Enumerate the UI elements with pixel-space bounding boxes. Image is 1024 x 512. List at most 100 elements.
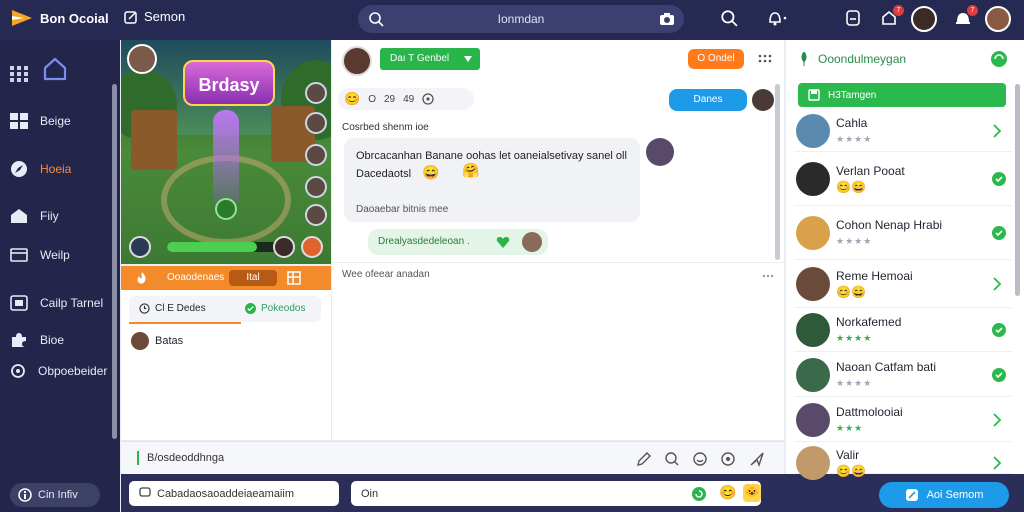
brand[interactable]: Bon Ocoial bbox=[12, 10, 109, 26]
player-avatar[interactable] bbox=[305, 204, 327, 226]
sidebar-item-cailp-tarnel[interactable]: Cailp Tarnel bbox=[10, 295, 103, 311]
sidebar-bottom-label: Cin Infiv bbox=[38, 489, 78, 501]
top-bar: Bon Ocoial Semon Ionmdan 7 7 bbox=[0, 0, 1024, 40]
more-icon[interactable] bbox=[762, 274, 774, 278]
player-avatar[interactable] bbox=[305, 144, 327, 166]
player-avatar[interactable] bbox=[305, 82, 327, 104]
sidebar-item-hoeia[interactable]: Hoeia bbox=[10, 160, 71, 178]
search-icon[interactable] bbox=[720, 9, 738, 27]
chat-scrollbar[interactable] bbox=[775, 84, 780, 260]
stream-toolbar: Ooaodenaes Ital bbox=[121, 266, 331, 290]
send-icon[interactable] bbox=[749, 451, 765, 467]
start-stream-button[interactable]: Aoi Semom bbox=[879, 482, 1009, 508]
person-name: Cohon Nenap Hrabi bbox=[836, 218, 943, 232]
sidebar-item-obpoebeider[interactable]: Obpoebeider bbox=[10, 363, 107, 379]
settings-icon bbox=[11, 364, 25, 378]
chevron-right-icon[interactable] bbox=[992, 124, 1002, 138]
bottom-input-1[interactable]: Cabadaosaoaddeiaeamaiim bbox=[129, 481, 339, 506]
avatar[interactable] bbox=[911, 6, 937, 32]
people-list-item[interactable]: Cahla ★★★★ bbox=[794, 110, 1012, 152]
player-avatar[interactable] bbox=[305, 112, 327, 134]
check-circle-icon[interactable] bbox=[992, 368, 1006, 382]
bell-dropdown-icon[interactable] bbox=[766, 9, 788, 27]
sidebar-scrollbar[interactable] bbox=[112, 84, 117, 439]
sent-message-bubble[interactable]: Drealyasdedeleoan . bbox=[368, 229, 548, 255]
chevron-right-icon[interactable] bbox=[992, 277, 1002, 291]
channel-avatar[interactable] bbox=[342, 46, 372, 76]
people-list-item[interactable]: Naoan Catfam bati ★★★★ bbox=[794, 352, 1012, 397]
chevron-right-icon[interactable] bbox=[992, 456, 1002, 470]
search-bar[interactable]: Ionmdan bbox=[358, 5, 684, 33]
check-circle-icon[interactable] bbox=[992, 172, 1006, 186]
avatar bbox=[796, 358, 830, 392]
emoji-icon[interactable]: 😊 bbox=[719, 484, 736, 501]
player-avatar[interactable] bbox=[305, 176, 327, 198]
shield-icon[interactable] bbox=[844, 9, 862, 27]
sticker-icon[interactable]: 😺 bbox=[743, 484, 761, 502]
ability-icon[interactable] bbox=[129, 236, 151, 258]
emoji-icon[interactable]: 😊 bbox=[344, 91, 360, 107]
check-circle-icon[interactable] bbox=[992, 226, 1006, 240]
people-list-item[interactable]: Dattmolooiai ★★★ bbox=[794, 397, 1012, 442]
apps-grid-icon[interactable] bbox=[10, 66, 28, 82]
sidebar-item-beige[interactable]: Beige bbox=[10, 113, 71, 129]
divider bbox=[332, 262, 784, 263]
emoji-icon: 😊😄 bbox=[836, 180, 866, 194]
viewer-entry[interactable]: Batas bbox=[131, 332, 183, 350]
recycle-icon[interactable] bbox=[990, 50, 1008, 68]
search-placeholder: Ionmdan bbox=[497, 12, 545, 26]
check-circle-icon[interactable] bbox=[992, 323, 1006, 337]
avatar bbox=[796, 267, 830, 301]
emoji-icon: 😊😄 bbox=[836, 285, 866, 299]
channel-select[interactable]: Daı T Genbel bbox=[380, 48, 480, 70]
people-list-item[interactable]: Norkafemed ★★★★ bbox=[794, 308, 1012, 352]
add-reaction-icon[interactable] bbox=[422, 93, 434, 105]
game-stream-video[interactable]: Brdasy bbox=[121, 40, 331, 264]
avatar[interactable] bbox=[752, 89, 774, 111]
composer-input[interactable]: B/osdeoddhnga bbox=[147, 452, 224, 464]
camera-icon[interactable] bbox=[658, 10, 676, 28]
attack-icon[interactable] bbox=[301, 236, 323, 258]
pen-icon[interactable] bbox=[636, 451, 652, 467]
refresh-icon[interactable] bbox=[691, 486, 707, 502]
compass-icon bbox=[11, 161, 27, 177]
blue-action-button[interactable]: Danes bbox=[669, 89, 747, 111]
sidebar-item-label: Weilp bbox=[40, 248, 70, 262]
chat-section-label: Cosrbed shenm ioe bbox=[342, 122, 429, 133]
avatar[interactable] bbox=[646, 138, 674, 166]
more-options-icon[interactable] bbox=[758, 54, 772, 64]
streamer-webcam-avatar[interactable] bbox=[127, 44, 157, 74]
people-list-item[interactable]: Reme Hemoai 😊😄 bbox=[794, 260, 1012, 308]
tab-pokeodos[interactable]: Pokeodos bbox=[245, 303, 305, 314]
sidebar-item-bioe[interactable]: Bioe bbox=[10, 331, 64, 349]
people-list-item[interactable]: Verlan Pooat 😊😄 bbox=[794, 152, 1012, 206]
reaction-count[interactable]: 29 bbox=[384, 94, 395, 105]
chevron-right-icon[interactable] bbox=[992, 413, 1002, 427]
stream-bar-button[interactable]: Ital bbox=[229, 270, 277, 286]
notifications-button[interactable]: 7 bbox=[880, 5, 904, 30]
sticker-icon[interactable] bbox=[720, 451, 736, 467]
sidebar-item-fiiy[interactable]: Fiiy bbox=[10, 208, 59, 224]
bottom-input-2[interactable]: Oin 😊 😺 bbox=[351, 481, 761, 506]
sidebar-item-label: Fiiy bbox=[40, 209, 59, 223]
home-icon[interactable] bbox=[42, 56, 68, 82]
layout-icon[interactable] bbox=[287, 271, 301, 285]
reaction-count[interactable]: 49 bbox=[403, 94, 414, 105]
sidebar-bottom-button[interactable]: Cin Infiv bbox=[10, 483, 100, 507]
profile-avatar[interactable] bbox=[985, 6, 1011, 32]
friends-filter-button[interactable]: H3Tamgen bbox=[798, 83, 1006, 107]
sidebar-item-weilp[interactable]: Weilp bbox=[10, 248, 70, 262]
bottom-bar: Cabadaosaoaddeiaeamaiim Oin 😊 😺 Aoi Semo… bbox=[121, 474, 1024, 512]
stream-tab[interactable]: Semon bbox=[124, 9, 185, 24]
search-icon[interactable] bbox=[664, 451, 680, 467]
people-list-item[interactable]: Cohon Nenap Hrabi ★★★★ bbox=[794, 206, 1012, 260]
tab-details[interactable]: Cl E Dedes bbox=[139, 303, 206, 314]
reaction-count[interactable]: O bbox=[368, 94, 376, 105]
orange-action-button[interactable]: O Ondel bbox=[688, 49, 744, 69]
people-list-item[interactable]: Valir 😊😄 bbox=[794, 442, 1012, 480]
skill-icon[interactable] bbox=[273, 236, 295, 258]
emoji-icon[interactable] bbox=[692, 451, 708, 467]
chat-message-bubble[interactable]: Obrcacanhan Banane oohas let oaneialseti… bbox=[344, 138, 640, 222]
people-scrollbar[interactable] bbox=[1015, 84, 1020, 296]
alerts-button[interactable]: 7 bbox=[954, 5, 978, 30]
